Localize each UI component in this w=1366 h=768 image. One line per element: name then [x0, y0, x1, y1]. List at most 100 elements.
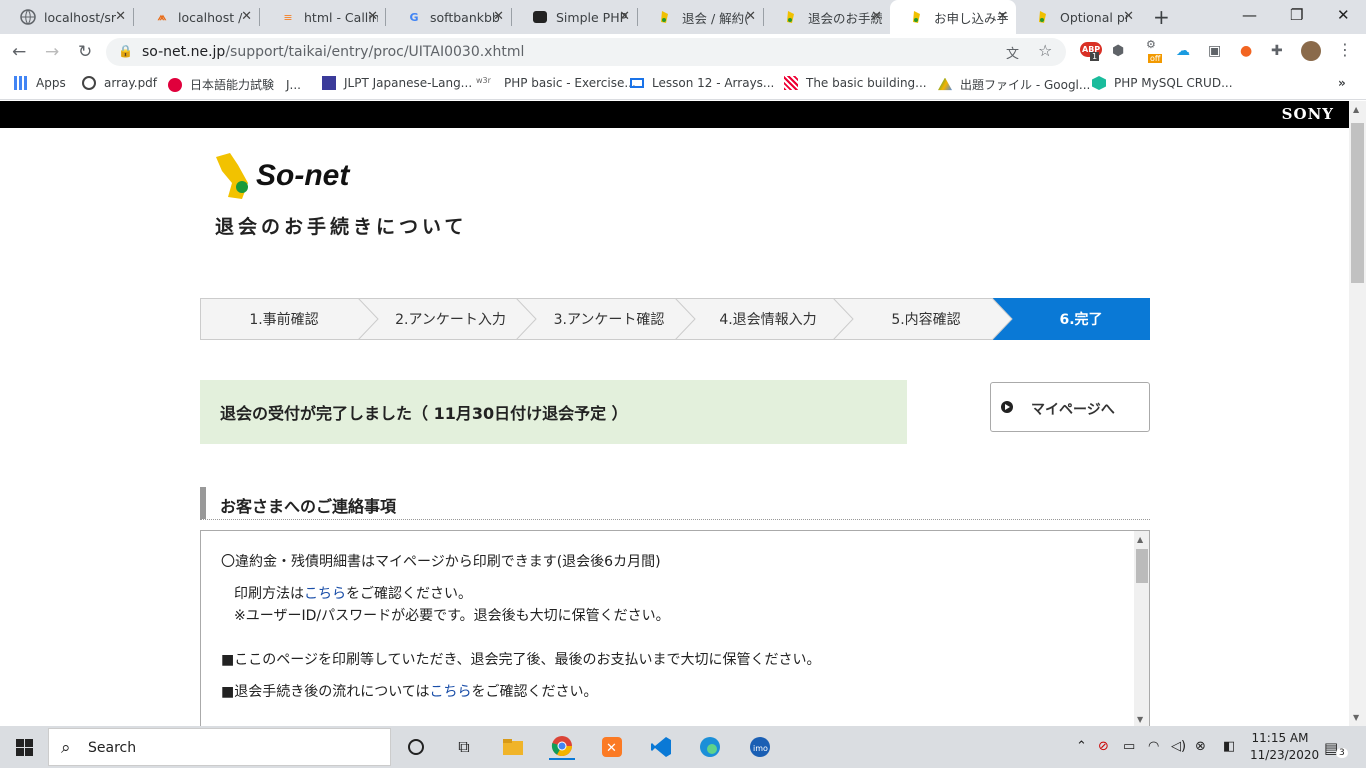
screen-icon[interactable]: ▣ — [1208, 43, 1221, 59]
extension-cube-icon[interactable]: ⬢ — [1112, 43, 1124, 59]
bookmark-item[interactable]: array.pdf — [82, 76, 157, 90]
browser-tab-active[interactable]: お申し込み手 ✕ — [890, 0, 1016, 34]
section-title: お客さまへのご連絡事項 — [220, 497, 397, 516]
close-tab-icon[interactable]: ✕ — [745, 9, 756, 24]
mypage-button[interactable]: マイページへ — [990, 382, 1150, 432]
back-icon[interactable]: ← — [12, 42, 26, 62]
cloud-icon[interactable]: ☁ — [1176, 43, 1190, 59]
box-scroll-thumb[interactable] — [1136, 549, 1148, 583]
notice-line: 〇違約金・残債明細書はマイページから印刷できます(退会後6カ月間) — [221, 554, 661, 570]
bookmark-item[interactable]: w3r PHP basic - Exercise... — [476, 76, 636, 90]
sony-header: SONY — [0, 101, 1349, 128]
browser-tab[interactable]: Gsoftbankbb ✕ — [386, 0, 512, 34]
bookmark-item[interactable]: 出題ファイル - Googl... — [938, 76, 1090, 93]
new-tab-icon[interactable]: + — [1153, 5, 1170, 29]
browser-tab[interactable]: Simple PHP ✕ — [512, 0, 638, 34]
minimize-icon[interactable]: — — [1242, 6, 1257, 24]
bookmarks-bar: Apps array.pdf 日本語能力試験 J... JLPT Japanes… — [0, 70, 1366, 100]
adblock-badge: 1 — [1090, 52, 1100, 61]
notice-scroll-box[interactable]: 〇違約金・残債明細書はマイページから印刷できます(退会後6カ月間) 印刷方法はこ… — [200, 530, 1150, 726]
extension-icon[interactable]: ⚙ — [1146, 38, 1156, 51]
bookmark-item[interactable]: 日本語能力試験 J... — [168, 76, 301, 93]
cortana-icon[interactable] — [403, 734, 429, 760]
stackoverflow-icon: ≡ — [283, 10, 293, 24]
notification-count: 3 — [1336, 748, 1348, 758]
section-heading: お客さまへのご連絡事項 — [200, 487, 1150, 520]
lock-icon[interactable]: 🔒 — [118, 44, 133, 58]
notice-line: ■ここのページを印刷等していただき、退会完了後、最後のお支払いまで大切に保管くだ… — [221, 652, 821, 668]
address-bar[interactable]: 🔒 so-net.ne.jp/support/taikai/entry/proc… — [106, 38, 1066, 66]
vscode-icon[interactable] — [648, 734, 674, 760]
close-tab-icon[interactable]: ✕ — [493, 9, 504, 24]
step-5: 5.内容確認 — [891, 312, 961, 328]
bookmark-apps[interactable]: Apps — [14, 76, 66, 90]
puzzle-icon[interactable]: ✚ — [1271, 43, 1283, 59]
print-method-link[interactable]: こちら — [304, 586, 346, 602]
browser-tab[interactable]: ≡ html - Callin ✕ — [260, 0, 386, 34]
bookmark-item[interactable]: PHP MySQL CRUD... — [1092, 76, 1233, 90]
status-icon[interactable]: ⊗ — [1195, 739, 1206, 754]
avatar[interactable] — [1301, 41, 1321, 61]
completion-notice: 退会の受付が完了しました（ 11月30日付け退会予定 ） — [200, 380, 907, 444]
network-alert-icon[interactable]: ⊘ — [1098, 739, 1109, 754]
browser-tab[interactable]: 退会のお手続 ✕ — [764, 0, 890, 34]
more-bookmarks-icon[interactable]: » — [1338, 76, 1346, 90]
edge-icon[interactable] — [697, 734, 723, 760]
close-tab-icon[interactable]: ✕ — [1123, 9, 1134, 24]
tray-expand-icon[interactable]: ⌃ — [1076, 739, 1087, 754]
sonet-logo-text: So-net — [256, 159, 350, 192]
crud-icon — [1092, 76, 1106, 90]
close-tab-icon[interactable]: ✕ — [115, 9, 126, 24]
step-6-current: 6.完了 — [1059, 312, 1103, 328]
browser-tab[interactable]: localhost/sr ✕ — [0, 0, 134, 34]
browser-tab[interactable]: 退会 / 解約(✕ — [638, 0, 764, 34]
translate-icon[interactable]: 文 — [1006, 43, 1019, 62]
notice-line: ※ユーザーID/パスワードが必要です。退会後も大切に保管ください。 — [234, 608, 670, 624]
close-tab-icon[interactable]: ✕ — [871, 9, 882, 24]
laptop-icon — [630, 78, 644, 88]
bookmark-item[interactable]: The basic building... — [784, 76, 927, 90]
menu-icon[interactable]: ⋮ — [1337, 40, 1353, 59]
extension-orange-icon[interactable]: ● — [1240, 43, 1252, 59]
notice-line: 印刷方法はこちらをご確認ください。 — [234, 586, 472, 602]
taskbar-search[interactable]: ⌕ Search — [48, 728, 391, 766]
page-scroll-thumb[interactable] — [1351, 123, 1364, 283]
browser-tab[interactable]: Optional pr ✕ — [1016, 0, 1142, 34]
bookmark-item[interactable]: JLPT Japanese-Lang... — [322, 76, 472, 90]
forward-icon[interactable]: → — [45, 42, 59, 62]
step-3: 3.アンケート確認 — [553, 312, 665, 328]
phpmyadmin-icon: ⩕ — [157, 10, 167, 23]
bookmark-item[interactable]: Lesson 12 - Arrays... — [630, 76, 774, 90]
flow-info-link[interactable]: こちら — [430, 684, 472, 700]
browser-tab[interactable]: ⩕ localhost / ✕ — [134, 0, 260, 34]
globe-icon — [20, 9, 36, 25]
sonet-icon — [910, 9, 926, 25]
close-tab-icon[interactable]: ✕ — [997, 9, 1008, 24]
close-tab-icon[interactable]: ✕ — [367, 9, 378, 24]
restore-icon[interactable]: ❐ — [1290, 6, 1303, 24]
web-page: SONY So-net 退会のお手続きについて 1.事前確認 2.アンケート入力… — [0, 101, 1349, 726]
close-tab-icon[interactable]: ✕ — [241, 9, 252, 24]
battery-icon[interactable]: ▭ — [1123, 739, 1135, 754]
star-icon[interactable]: ☆ — [1038, 41, 1052, 60]
reload-icon[interactable]: ↻ — [78, 42, 92, 62]
jlpt-icon — [168, 77, 182, 92]
close-tab-icon[interactable]: ✕ — [619, 9, 630, 24]
imo-icon[interactable]: imo — [747, 734, 773, 760]
xampp-icon[interactable]: ✕ — [599, 734, 625, 760]
svg-text:imo: imo — [753, 744, 768, 753]
task-view-icon[interactable]: ⧉ — [451, 734, 477, 760]
app-tray-icon[interactable]: ◧ — [1223, 739, 1235, 754]
tab-strip: localhost/sr ✕ ⩕ localhost / ✕ ≡ html - Call… — [0, 0, 1366, 34]
box-scrollbar[interactable]: ▲ ▼ — [1134, 531, 1149, 726]
windows-start-icon[interactable] — [16, 739, 33, 756]
chrome-icon[interactable] — [549, 734, 575, 760]
system-clock[interactable]: 11:15 AM 11/23/2020 — [1250, 730, 1319, 764]
wifi-icon[interactable]: ◠ — [1148, 739, 1159, 754]
file-explorer-icon[interactable] — [500, 734, 526, 760]
page-scrollbar[interactable]: ▲ ▼ — [1349, 101, 1366, 726]
volume-icon[interactable]: ◁) — [1171, 739, 1186, 754]
close-window-icon[interactable]: ✕ — [1337, 6, 1350, 24]
sonet-icon — [784, 9, 800, 25]
stripes-icon — [784, 76, 798, 90]
